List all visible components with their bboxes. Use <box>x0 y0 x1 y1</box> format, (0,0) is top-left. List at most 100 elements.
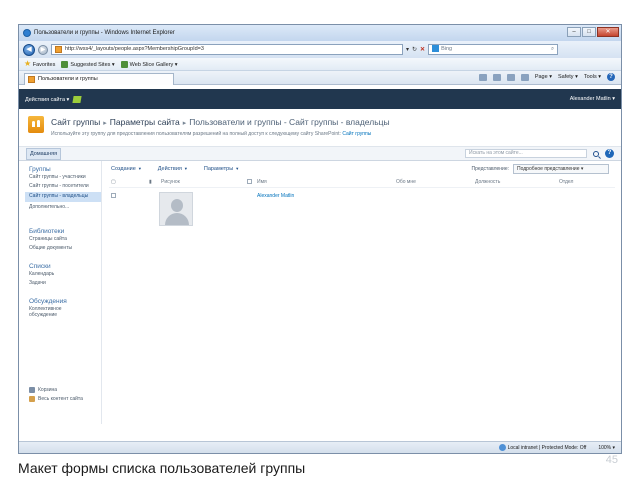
nav-item-visitors[interactable]: Сайт группы - посетители <box>29 183 101 190</box>
back-button[interactable]: ◀ <box>23 43 35 56</box>
page-header: Сайт группы ▸ Параметры сайта ▸ Пользователи… <box>19 109 621 147</box>
nav-item-site-pages[interactable]: Страницы сайта <box>29 236 101 243</box>
edit-page-icon[interactable] <box>72 95 82 103</box>
tab-label: Пользователи и группы <box>38 76 98 82</box>
top-nav-bar: Домашняя Искать на этом сайте... ? <box>19 147 621 161</box>
avatar[interactable] <box>159 192 193 226</box>
avatar-body <box>165 213 189 225</box>
view-dropdown[interactable]: Подробное представление ▾ <box>513 164 609 174</box>
help-icon[interactable]: ? <box>605 149 614 158</box>
type-column-icon: ▢ <box>111 179 116 185</box>
nav-head-lists[interactable]: Списки <box>29 263 101 270</box>
nav-item-calendar[interactable]: Календарь <box>29 271 101 278</box>
nav-item-team-discussion[interactable]: Коллективное обсуждение <box>29 306 77 318</box>
web-slice-icon <box>120 60 128 68</box>
column-title[interactable]: Должность <box>475 179 500 185</box>
mail-icon[interactable] <box>506 73 515 81</box>
help-icon[interactable]: ? <box>607 73 615 81</box>
attachment-column-icon: ▮ <box>149 179 152 185</box>
description-text: Используйте эту группу для предоставлени… <box>51 131 341 137</box>
browser-search-placeholder: Bing <box>441 46 453 52</box>
safety-menu[interactable]: Safety ▾ <box>558 74 578 80</box>
site-logo-icon[interactable] <box>28 116 44 133</box>
breadcrumb-site[interactable]: Сайт группы <box>51 117 100 127</box>
nav-item-more[interactable]: Дополнительно... <box>29 204 101 211</box>
page-menu[interactable]: Page ▾ <box>535 74 552 80</box>
all-content-link[interactable]: Весь контент сайта <box>29 396 83 402</box>
feeds-icon[interactable] <box>492 73 501 81</box>
breadcrumb-settings[interactable]: Параметры сайта <box>110 117 180 127</box>
web-slice-label: Web Slice Gallery ▾ <box>129 61 178 68</box>
description-link[interactable]: Сайт группы <box>342 131 371 137</box>
recycle-bin-link[interactable]: Корзина <box>29 387 83 393</box>
search-icon[interactable]: ⌕ <box>551 45 554 54</box>
main-content: Создание ▼ Действия ▼ Параметры ▼ Представл… <box>109 161 615 424</box>
search-icon[interactable] <box>593 150 599 157</box>
maximize-button[interactable]: □ <box>582 27 596 37</box>
column-name[interactable]: Имя <box>257 179 267 185</box>
browser-window: Пользователи и группы - Windows Internet… <box>18 24 622 454</box>
chevron-down-icon: ▼ <box>137 165 142 171</box>
column-picture[interactable]: Рисунок <box>161 179 180 185</box>
bing-icon <box>432 45 440 53</box>
select-all-checkbox[interactable] <box>247 179 252 184</box>
actions-menu-label: Действия <box>157 165 182 172</box>
nav-item-members[interactable]: Сайт группы - участники <box>29 174 101 181</box>
site-search-input[interactable]: Искать на этом сайте... <box>465 149 587 158</box>
suggested-sites[interactable]: Suggested Sites ▾ <box>61 60 115 68</box>
url-field[interactable]: http://wss4/_layouts/people.aspx?Members… <box>51 44 403 55</box>
suggested-sites-icon <box>61 60 69 68</box>
forward-button[interactable]: ▶ <box>38 44 48 55</box>
window-title: Пользователи и группы - Windows Internet… <box>34 30 175 36</box>
tab-current[interactable]: Пользователи и группы <box>24 72 174 85</box>
site-search: Искать на этом сайте... ? <box>465 149 614 158</box>
quick-launch: Группы Сайт группы - участники Сайт груп… <box>25 161 102 424</box>
close-button[interactable]: ✕ <box>597 27 619 37</box>
tab-bar: Пользователи и группы Page ▾ Safety ▾ To… <box>19 71 621 85</box>
title-bar: Пользователи и группы - Windows Internet… <box>19 25 621 41</box>
user-name-link[interactable]: Alexander Matlin <box>257 193 294 199</box>
nav-item-shared-docs[interactable]: Общие документы <box>29 245 101 252</box>
page-body: Группы Сайт группы - участники Сайт груп… <box>19 161 621 424</box>
site-actions[interactable]: Действия сайта ▾ <box>25 95 82 103</box>
compat-icon[interactable]: ▾ <box>406 46 409 53</box>
recycle-bin-label: Корзина <box>38 387 58 393</box>
stop-icon[interactable]: ✕ <box>420 46 425 53</box>
globe-icon <box>498 444 506 451</box>
column-about[interactable]: Обо мне <box>396 179 416 185</box>
tools-menu[interactable]: Tools ▾ <box>584 74 601 80</box>
favorites-label: Favorites <box>32 62 56 68</box>
security-zone-label: Local intranet | Protected Mode: Off <box>507 444 587 451</box>
actions-menu[interactable]: Действия ▼ <box>158 166 188 172</box>
column-department[interactable]: Отдел <box>559 179 573 185</box>
tab-home[interactable]: Домашняя <box>26 147 62 160</box>
view-selector: Представление: Подробное представление ▾ <box>472 164 609 174</box>
page-description: Используйте эту группу для предоставлени… <box>51 131 371 137</box>
nav-item-owners[interactable]: Сайт группы - владельцы <box>25 192 101 202</box>
breadcrumb-current: Пользователи и группы - Сайт группы - вл… <box>189 117 390 127</box>
row-checkbox[interactable] <box>111 193 116 198</box>
favorites-button[interactable]: ★ Favorites <box>24 60 56 69</box>
nav-head-groups[interactable]: Группы <box>29 166 101 173</box>
zoom-level[interactable]: 100% ▾ <box>598 445 615 451</box>
refresh-icon[interactable]: ↻ <box>412 46 417 53</box>
nav-head-libraries[interactable]: Библиотеки <box>29 228 101 235</box>
tab-page-icon <box>28 75 35 83</box>
new-menu[interactable]: Создание ▼ <box>111 166 142 172</box>
page-icon <box>55 46 62 53</box>
home-icon[interactable] <box>478 73 487 81</box>
nav-item-tasks[interactable]: Задачи <box>29 280 101 287</box>
security-zone[interactable]: Local intranet | Protected Mode: Off <box>498 444 587 451</box>
table-row[interactable]: Alexander Matlin <box>109 188 615 226</box>
settings-menu-label: Параметры <box>203 165 234 172</box>
status-bar: Local intranet | Protected Mode: Off 100… <box>19 441 621 453</box>
print-icon[interactable] <box>520 73 529 81</box>
minimize-button[interactable]: – <box>567 27 581 37</box>
web-slice-gallery[interactable]: Web Slice Gallery ▾ <box>120 60 178 68</box>
user-menu[interactable]: Alexander Matlin ▾ <box>570 96 615 102</box>
window-controls: – □ ✕ <box>567 27 619 37</box>
chevron-down-icon: ▼ <box>235 165 240 171</box>
nav-head-discussions[interactable]: Обсуждения <box>29 298 101 305</box>
browser-search-input[interactable]: Bing ⌕ <box>428 44 559 55</box>
settings-menu[interactable]: Параметры ▼ <box>204 166 239 172</box>
